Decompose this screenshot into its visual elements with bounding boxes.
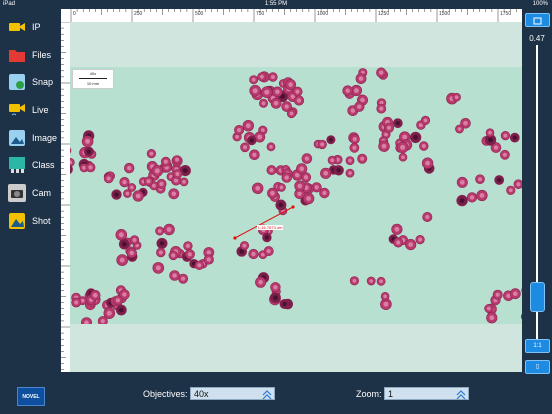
sidebar-item-label: Snap bbox=[32, 77, 54, 88]
sidebar: IP Files Snap Live Image Class Cam Shot bbox=[0, 13, 60, 238]
sidebar-item-label: Shot bbox=[32, 215, 51, 226]
objectives-label: Objectives: bbox=[143, 389, 188, 399]
zoom-value: 1 bbox=[388, 389, 394, 399]
sidebar-item-label: Files bbox=[32, 49, 52, 60]
camera-ip-icon bbox=[8, 18, 26, 36]
sidebar-item-image[interactable]: Image bbox=[0, 124, 60, 152]
ruler-tick-label: 1000 bbox=[317, 11, 328, 17]
fullscreen-button[interactable] bbox=[525, 13, 550, 27]
ruler-tick-label: 0 bbox=[73, 11, 76, 17]
clock: 1:55 PM bbox=[264, 1, 288, 7]
fit-screen-button[interactable]: ▯ bbox=[525, 360, 550, 374]
zoom-label: Zoom: bbox=[356, 389, 382, 399]
sidebar-item-snap[interactable]: Snap bbox=[0, 68, 60, 96]
sidebar-item-label: Live bbox=[32, 104, 49, 115]
sidebar-item-cam[interactable]: Cam bbox=[0, 179, 60, 207]
folder-icon bbox=[8, 46, 26, 64]
status-bar: iPad 1:55 PM 100% bbox=[0, 0, 552, 9]
zoom-readout: 0.47 bbox=[529, 34, 545, 43]
snapshot-icon bbox=[8, 73, 26, 91]
ruler-tick-label: 500 bbox=[195, 11, 204, 17]
sidebar-item-shot[interactable]: Shot bbox=[0, 207, 60, 235]
actual-size-button[interactable]: 1:1 bbox=[525, 339, 550, 353]
ruler-tick-label: 1500 bbox=[439, 11, 450, 17]
battery-indicator: 100% bbox=[532, 1, 548, 7]
live-video-icon bbox=[8, 101, 26, 119]
sidebar-item-label: Cam bbox=[32, 187, 52, 198]
image-icon bbox=[8, 129, 26, 147]
scale-objective-label: 40x bbox=[89, 71, 97, 76]
measurement-line[interactable] bbox=[70, 67, 522, 324]
ruler-tick-label: 1750 bbox=[500, 11, 511, 17]
objectives-value: 40x bbox=[194, 389, 209, 399]
zoom-select[interactable]: 1 bbox=[384, 387, 469, 400]
chevron-up-icon bbox=[456, 390, 466, 400]
ruler-left bbox=[61, 22, 70, 372]
bottom-toolbar bbox=[0, 374, 552, 414]
objectives-select[interactable]: 40x bbox=[190, 387, 275, 400]
zoom-slider-thumb[interactable] bbox=[530, 282, 545, 312]
scale-bar: 40x 10 mm bbox=[72, 69, 114, 89]
ruler-tick-label: 1250 bbox=[378, 11, 389, 17]
sidebar-item-ip[interactable]: IP bbox=[0, 13, 60, 41]
sidebar-item-class[interactable]: Class bbox=[0, 151, 60, 179]
sidebar-item-label: IP bbox=[32, 21, 41, 32]
scale-line bbox=[79, 78, 107, 79]
ruler-corner bbox=[61, 9, 70, 22]
classroom-icon bbox=[8, 156, 26, 174]
ruler-tick-label: 750 bbox=[256, 11, 265, 17]
fullscreen-icon bbox=[533, 17, 542, 25]
sidebar-item-live[interactable]: Live bbox=[0, 96, 60, 124]
ruler-tick-label: 250 bbox=[134, 11, 143, 17]
screenshot-icon bbox=[8, 212, 26, 230]
camera-icon bbox=[8, 183, 26, 202]
chevron-up-icon bbox=[262, 390, 272, 400]
sidebar-item-label: Class bbox=[32, 160, 55, 171]
brand-logo: NOVEL bbox=[17, 387, 45, 406]
ruler-top: 0 250 500 750 1000 1250 1500 1750 bbox=[61, 9, 522, 22]
scale-length-label: 10 mm bbox=[86, 81, 100, 86]
zoom-panel: 0.47 1:1 ▯ bbox=[522, 9, 552, 374]
measurement-label: L:16.7673 um bbox=[257, 225, 284, 230]
sidebar-item-files[interactable]: Files bbox=[0, 41, 60, 69]
sidebar-item-label: Image bbox=[32, 132, 58, 143]
microscope-image[interactable] bbox=[70, 67, 522, 324]
